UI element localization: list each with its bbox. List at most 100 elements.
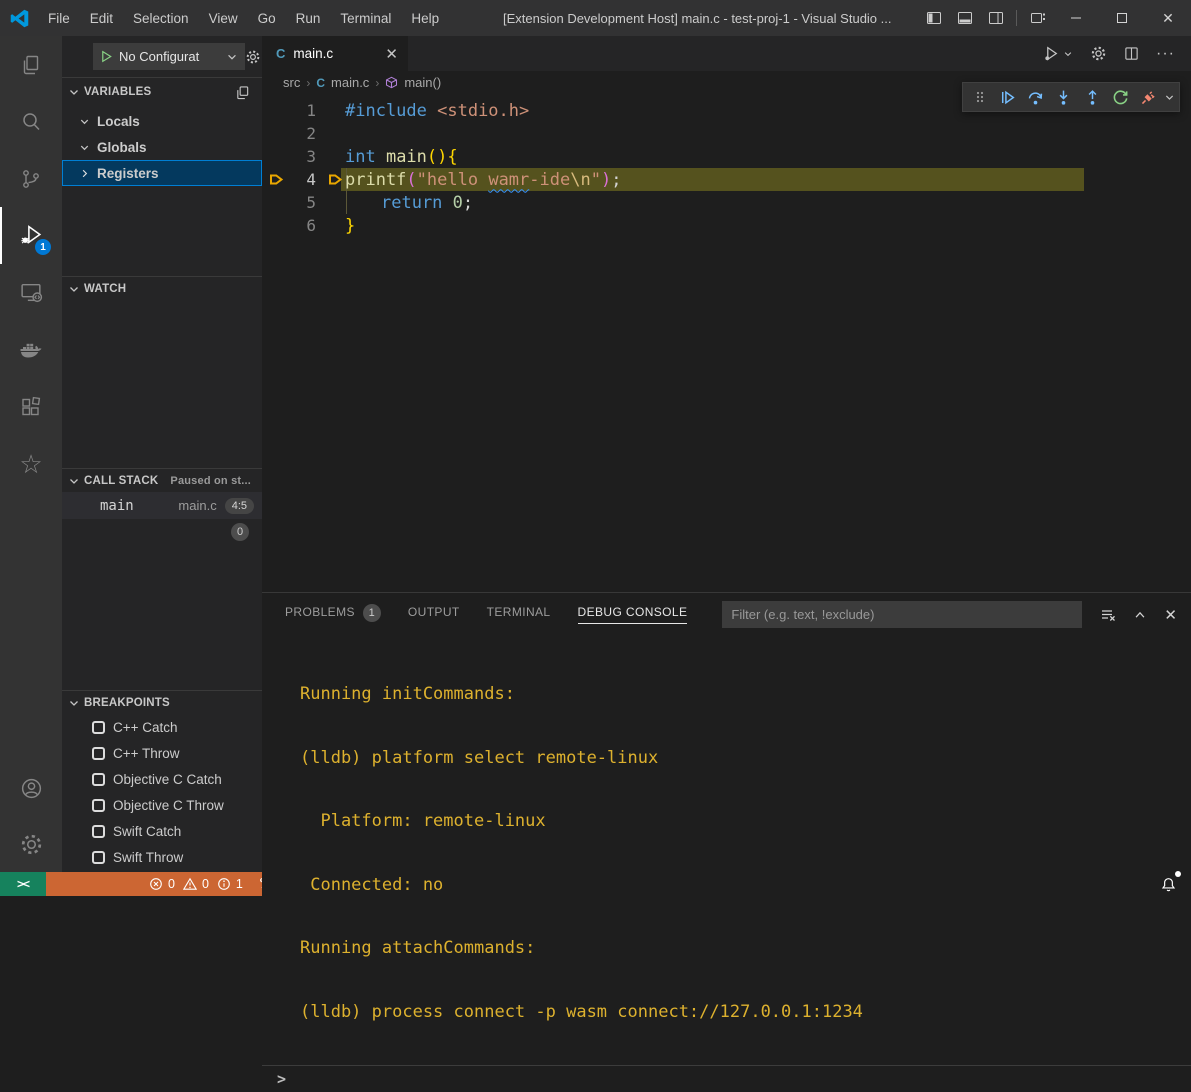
debug-session-dropdown-icon[interactable] bbox=[1163, 84, 1176, 110]
watch-section-header[interactable]: WATCH bbox=[62, 276, 262, 300]
debug-console-input[interactable]: > bbox=[262, 1065, 1191, 1092]
minimize-button[interactable] bbox=[1053, 0, 1099, 36]
editor-settings-gear-icon[interactable] bbox=[1090, 45, 1107, 62]
breakpoint-label: Objective C Catch bbox=[113, 772, 222, 787]
start-debug-icon[interactable] bbox=[100, 50, 113, 63]
breakpoint-row[interactable]: Objective C Throw bbox=[62, 792, 262, 818]
console-filter-input[interactable] bbox=[722, 601, 1082, 628]
source-control-icon[interactable] bbox=[0, 150, 62, 207]
star-extension-icon[interactable]: ☆ bbox=[0, 435, 62, 492]
step-over-button[interactable] bbox=[1022, 84, 1049, 110]
checkbox-unchecked[interactable] bbox=[92, 721, 105, 734]
close-panel-icon[interactable]: ✕ bbox=[1164, 606, 1177, 624]
restart-button[interactable] bbox=[1107, 84, 1134, 110]
checkbox-unchecked[interactable] bbox=[92, 773, 105, 786]
call-stack-section-header[interactable]: CALL STACK Paused on st... bbox=[62, 468, 262, 492]
token-string: " bbox=[591, 170, 601, 190]
breakpoints-section: BREAKPOINTS C++ Catch C++ Throw Objectiv… bbox=[62, 690, 262, 870]
checkbox-unchecked[interactable] bbox=[92, 799, 105, 812]
token-escape-sequence: \n bbox=[570, 170, 590, 190]
variables-scope-registers[interactable]: Registers bbox=[62, 160, 262, 186]
customize-layout-icon[interactable] bbox=[1022, 0, 1053, 36]
token-preprocessor: #include bbox=[345, 101, 427, 121]
console-line: (lldb) process connect -p wasm connect:/… bbox=[300, 1002, 1191, 1026]
code-editor[interactable]: 1 #include <stdio.h> 2 3 int main(){ bbox=[262, 94, 1191, 592]
split-editor-icon[interactable] bbox=[1124, 46, 1139, 61]
stack-frame-row[interactable]: main main.c 4:5 bbox=[62, 492, 262, 519]
menu-run[interactable]: Run bbox=[286, 0, 331, 36]
run-and-debug-icon[interactable]: 1 bbox=[0, 207, 62, 264]
explorer-icon[interactable] bbox=[0, 36, 62, 93]
toggle-secondary-sidebar-icon[interactable] bbox=[980, 0, 1011, 36]
close-window-button[interactable]: ✕ bbox=[1145, 0, 1191, 36]
breakpoint-row[interactable]: C++ Throw bbox=[62, 740, 262, 766]
breakpoint-row[interactable]: Swift Throw bbox=[62, 844, 262, 870]
breakpoint-label: Swift Catch bbox=[113, 824, 181, 839]
variables-title: VARIABLES bbox=[84, 86, 151, 98]
checkbox-unchecked[interactable] bbox=[92, 851, 105, 864]
breadcrumb-file[interactable]: main.c bbox=[331, 75, 369, 90]
menu-terminal[interactable]: Terminal bbox=[330, 0, 401, 36]
remote-indicator[interactable]: >< bbox=[0, 872, 46, 896]
breadcrumb-folder[interactable]: src bbox=[283, 75, 300, 90]
search-icon[interactable] bbox=[0, 93, 62, 150]
disconnect-button[interactable] bbox=[1135, 84, 1162, 110]
menu-selection[interactable]: Selection bbox=[123, 0, 199, 36]
tab-problems[interactable]: PROBLEMS 1 bbox=[285, 604, 381, 625]
breakpoint-row[interactable]: Objective C Catch bbox=[62, 766, 262, 792]
docker-icon[interactable] bbox=[0, 321, 62, 378]
watch-section: WATCH bbox=[62, 276, 262, 300]
current-stackframe-arrow-icon[interactable] bbox=[262, 172, 290, 187]
code-line-4-current: 4 printf("hello wamr-ide\n"); bbox=[262, 168, 1191, 191]
thread-row[interactable]: 0 bbox=[62, 519, 262, 545]
step-into-button[interactable] bbox=[1050, 84, 1077, 110]
chevron-down-icon bbox=[67, 85, 81, 99]
remote-explorer-icon[interactable] bbox=[0, 264, 62, 321]
accounts-icon[interactable] bbox=[0, 760, 62, 816]
toggle-panel-icon[interactable] bbox=[949, 0, 980, 36]
menu-file[interactable]: File bbox=[38, 0, 80, 36]
close-tab-icon[interactable]: ✕ bbox=[385, 45, 398, 63]
debug-console-output[interactable]: Running initCommands: (lldb) platform se… bbox=[262, 636, 1191, 1065]
settings-gear-icon[interactable] bbox=[0, 816, 62, 872]
frame-position-badge: 4:5 bbox=[225, 498, 254, 514]
debug-settings-gear-icon[interactable] bbox=[245, 49, 261, 65]
debug-config-header: No Configurat bbox=[62, 36, 262, 78]
tab-debug-console[interactable]: DEBUG CONSOLE bbox=[578, 605, 688, 624]
menu-view[interactable]: View bbox=[199, 0, 248, 36]
drag-handle-icon[interactable] bbox=[966, 84, 993, 110]
run-or-debug-button[interactable] bbox=[1043, 45, 1073, 62]
problems-status[interactable]: 0 0 1 bbox=[146, 872, 246, 896]
breakpoint-row[interactable]: C++ Catch bbox=[62, 714, 262, 740]
variables-scope-globals[interactable]: Globals bbox=[62, 134, 262, 160]
extensions-icon[interactable] bbox=[0, 378, 62, 435]
step-out-button[interactable] bbox=[1079, 84, 1106, 110]
menu-go[interactable]: Go bbox=[248, 0, 286, 36]
checkbox-unchecked[interactable] bbox=[92, 825, 105, 838]
variables-scope-locals[interactable]: Locals bbox=[62, 108, 262, 134]
checkbox-unchecked[interactable] bbox=[92, 747, 105, 760]
globals-label: Globals bbox=[97, 140, 147, 155]
tab-output[interactable]: OUTPUT bbox=[408, 605, 460, 624]
menu-help[interactable]: Help bbox=[401, 0, 449, 36]
debug-config-dropdown[interactable]: No Configurat bbox=[93, 43, 245, 70]
breakpoint-row[interactable]: Swift Catch bbox=[62, 818, 262, 844]
chevron-down-icon bbox=[1063, 49, 1073, 59]
menu-edit[interactable]: Edit bbox=[80, 0, 123, 36]
tab-main-c[interactable]: C main.c ✕ bbox=[262, 36, 408, 71]
notifications-bell-icon[interactable] bbox=[1158, 872, 1179, 896]
toggle-sidebar-icon[interactable] bbox=[918, 0, 949, 36]
continue-button[interactable] bbox=[994, 84, 1021, 110]
line-number: 4 bbox=[290, 170, 316, 189]
maximize-button[interactable] bbox=[1099, 0, 1145, 36]
copy-icon[interactable] bbox=[235, 85, 250, 100]
variables-section-header[interactable]: VARIABLES bbox=[62, 80, 262, 104]
error-icon bbox=[149, 877, 163, 891]
more-actions-icon[interactable]: ··· bbox=[1156, 45, 1175, 63]
breakpoints-section-header[interactable]: BREAKPOINTS bbox=[62, 690, 262, 714]
titlebar-separator bbox=[1016, 10, 1017, 26]
maximize-panel-icon[interactable] bbox=[1133, 608, 1147, 622]
breadcrumb-symbol[interactable]: main() bbox=[404, 75, 441, 90]
clear-console-icon[interactable] bbox=[1100, 607, 1116, 623]
tab-terminal[interactable]: TERMINAL bbox=[487, 605, 551, 624]
